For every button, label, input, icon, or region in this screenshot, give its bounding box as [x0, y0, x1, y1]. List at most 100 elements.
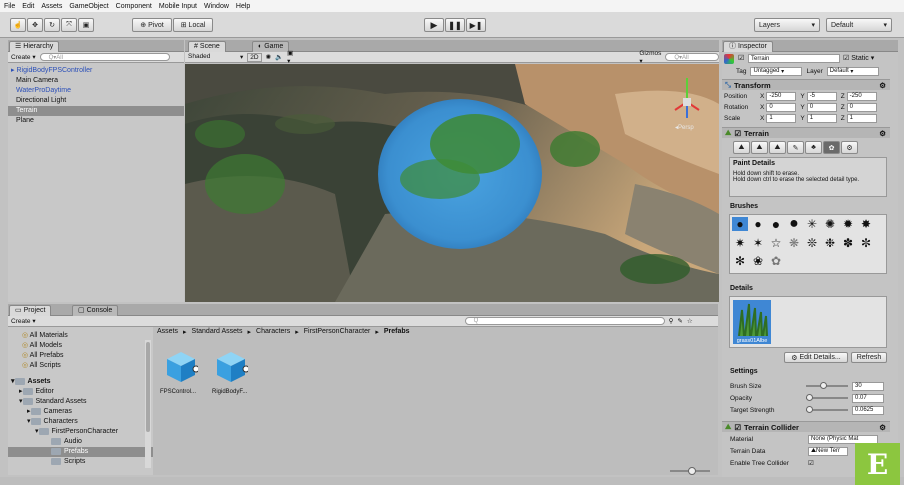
brush-icon[interactable]: ☆: [768, 236, 784, 250]
detail-grass-thumbnail[interactable]: grass01Albe: [733, 300, 771, 344]
breadcrumb-item[interactable]: Assets: [157, 328, 178, 336]
tag-dropdown[interactable]: Untagged ▾: [750, 66, 803, 76]
rotation-y-input[interactable]: 0: [806, 102, 837, 112]
scale-z-input[interactable]: 1: [846, 113, 877, 123]
tree-assets[interactable]: ▾ Assets: [8, 377, 153, 387]
hierarchy-search-input[interactable]: Q▾All: [39, 53, 170, 61]
brush-icon[interactable]: ✶: [750, 236, 766, 250]
brush-icon[interactable]: ●: [732, 217, 748, 231]
shading-mode-dropdown[interactable]: Shaded ▾: [188, 53, 243, 61]
icon-size-slider[interactable]: [670, 467, 710, 475]
edit-details-button[interactable]: ⚙ Edit Details...: [784, 352, 848, 363]
menu-mobile-input[interactable]: Mobile Input: [159, 3, 197, 10]
favorite-all-models[interactable]: ◎ All Models: [22, 341, 153, 351]
brush-icon[interactable]: ✸: [858, 217, 874, 231]
scale-y-input[interactable]: 1: [806, 113, 837, 123]
hand-tool-button[interactable]: ☝: [10, 18, 26, 32]
star-icon[interactable]: ☆: [687, 317, 693, 325]
paint-details-button[interactable]: ✿: [823, 141, 840, 154]
brush-icon[interactable]: ✿: [768, 254, 784, 268]
transform-header[interactable]: ⤡ Transform ⚙: [722, 79, 890, 90]
menu-file[interactable]: File: [4, 3, 15, 10]
brush-icon[interactable]: ●: [750, 217, 766, 231]
breadcrumb-item[interactable]: Characters: [256, 328, 290, 336]
opacity-slider[interactable]: [806, 394, 848, 401]
position-y-input[interactable]: -5: [806, 91, 837, 101]
brush-icon[interactable]: ❊: [804, 236, 820, 250]
tree-firstpersoncharacter[interactable]: ▾ FirstPersonCharacter: [8, 427, 153, 437]
tree-audio[interactable]: Audio: [8, 437, 153, 447]
hierarchy-item-plane[interactable]: Plane: [8, 116, 184, 126]
scale-tool-button[interactable]: ⤧: [61, 18, 77, 32]
filter-label-icon[interactable]: ✎: [677, 317, 682, 325]
tree-standard-assets[interactable]: ▾ Standard Assets: [8, 397, 153, 407]
smooth-height-button[interactable]: ⛰: [769, 141, 786, 154]
brush-icon[interactable]: ●: [768, 216, 784, 232]
pause-button[interactable]: ❚❚: [445, 18, 465, 32]
gear-icon[interactable]: ⚙: [879, 129, 886, 138]
rect-tool-button[interactable]: ▣: [78, 18, 94, 32]
rotate-tool-button[interactable]: ↻: [44, 18, 60, 32]
menu-help[interactable]: Help: [236, 3, 250, 10]
hierarchy-create-button[interactable]: Create ▾: [11, 53, 36, 61]
tree-cameras[interactable]: ▸ Cameras: [8, 407, 153, 417]
tree-scripts[interactable]: Scripts: [8, 457, 153, 467]
object-name-input[interactable]: Terrain: [748, 54, 840, 63]
layout-dropdown[interactable]: Default ▾: [826, 18, 892, 32]
tab-inspector[interactable]: ⓘ Inspector: [723, 41, 773, 52]
brush-icon[interactable]: ✷: [732, 236, 748, 250]
menu-edit[interactable]: Edit: [22, 3, 34, 10]
terrain-settings-button[interactable]: ⚙: [841, 141, 858, 154]
terrain-header[interactable]: ⛰ ☑ Terrain ⚙: [722, 127, 890, 138]
project-create-button[interactable]: Create ▾: [11, 317, 36, 325]
rotation-z-input[interactable]: 0: [846, 102, 877, 112]
scene-search-input[interactable]: Q▾All: [665, 53, 719, 61]
rotation-x-input[interactable]: 0: [766, 102, 797, 112]
prefab-cube-icon[interactable]: [214, 350, 248, 384]
terrain-collider-header[interactable]: ⛰ ☑ Terrain Collider ⚙: [722, 421, 890, 432]
mode-2d-toggle[interactable]: 2D: [247, 52, 262, 62]
tree-scrollbar[interactable]: [145, 340, 151, 468]
gizmos-dropdown[interactable]: Gizmos ▾: [639, 50, 661, 65]
menu-assets[interactable]: Assets: [41, 3, 62, 10]
pivot-toggle[interactable]: ⊕ Pivot: [132, 18, 172, 32]
hierarchy-item-terrain[interactable]: Terrain: [8, 106, 184, 116]
raise-terrain-button[interactable]: ⛰: [733, 141, 750, 154]
brush-icon[interactable]: ❉: [822, 236, 838, 250]
enable-tree-collider-checkbox[interactable]: ☑: [808, 459, 814, 467]
favorite-all-materials[interactable]: ◎ All Materials: [22, 331, 153, 341]
tab-console[interactable]: ▢ Console: [72, 305, 119, 316]
prefab-cube-icon[interactable]: [164, 350, 198, 384]
asset-label-rigidbody[interactable]: RigidBodyF...: [212, 389, 247, 395]
brush-icon[interactable]: ❋: [786, 236, 802, 250]
breadcrumb-item[interactable]: FirstPersonCharacter: [304, 328, 371, 336]
hierarchy-item-main-camera[interactable]: Main Camera: [8, 76, 184, 86]
target-strength-slider[interactable]: [806, 406, 848, 413]
tab-hierarchy[interactable]: ☰ Hierarchy: [9, 41, 60, 52]
place-trees-button[interactable]: ♣: [805, 141, 822, 154]
hierarchy-item-waterprodaytime[interactable]: WaterProDaytime: [8, 86, 184, 96]
refresh-button[interactable]: Refresh: [851, 352, 887, 363]
hierarchy-item-rigidbodyfpscontroller[interactable]: ▸ RigidBodyFPSController: [8, 66, 184, 76]
brush-icon[interactable]: ✼: [858, 236, 874, 250]
menu-window[interactable]: Window: [204, 3, 229, 10]
lighting-icon[interactable]: ✺: [266, 53, 271, 61]
menu-component[interactable]: Component: [116, 3, 152, 10]
position-z-input[interactable]: -250: [846, 91, 877, 101]
paint-texture-button[interactable]: ✎: [787, 141, 804, 154]
move-tool-button[interactable]: ✥: [27, 18, 43, 32]
brush-icon[interactable]: ●: [786, 215, 802, 232]
menu-gameobject[interactable]: GameObject: [69, 3, 108, 10]
tree-prefabs[interactable]: Prefabs: [8, 447, 153, 457]
brush-icon[interactable]: ✻: [732, 254, 748, 268]
audio-icon[interactable]: 🔈: [275, 53, 283, 61]
terrain-data-field[interactable]: ⛰ New Terr: [808, 446, 848, 456]
breadcrumb-item[interactable]: Prefabs: [384, 328, 410, 336]
brush-icon[interactable]: ✹: [840, 217, 856, 231]
favorite-all-scripts[interactable]: ◎ All Scripts: [22, 361, 153, 371]
opacity-input[interactable]: 0.07: [852, 393, 884, 403]
layer-dropdown[interactable]: Default ▾: [826, 66, 879, 76]
tab-game[interactable]: ◐ Game: [252, 41, 290, 52]
paint-height-button[interactable]: ⛰: [751, 141, 768, 154]
static-toggle[interactable]: ☑ Static ▾: [843, 54, 874, 62]
